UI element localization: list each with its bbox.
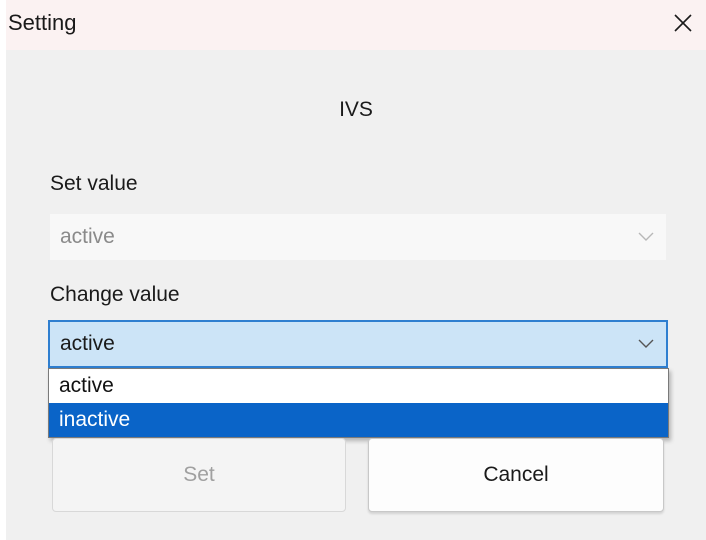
dialog-heading: IVS (339, 98, 373, 121)
title-bar: Setting (6, 0, 706, 50)
chevron-down-icon (638, 232, 654, 241)
close-icon (674, 14, 692, 32)
set-value-select: active (50, 214, 666, 260)
cancel-button[interactable]: Cancel (368, 438, 664, 512)
close-button[interactable] (660, 0, 706, 46)
chevron-down-icon (638, 339, 654, 348)
window-title: Setting (8, 10, 77, 35)
change-value-label: Change value (50, 283, 180, 306)
set-button[interactable]: Set (52, 438, 346, 512)
change-value-selected: active (60, 332, 115, 355)
dropdown-option-inactive[interactable]: inactive (49, 403, 668, 437)
change-value-dropdown-list: active inactive (48, 368, 669, 438)
change-value-select[interactable]: active (48, 320, 668, 368)
set-value-label: Set value (50, 172, 138, 195)
dropdown-option-active[interactable]: active (49, 369, 668, 403)
set-value-selected: active (60, 225, 115, 248)
setting-dialog: Setting IVS Set value active Change valu… (6, 0, 706, 540)
